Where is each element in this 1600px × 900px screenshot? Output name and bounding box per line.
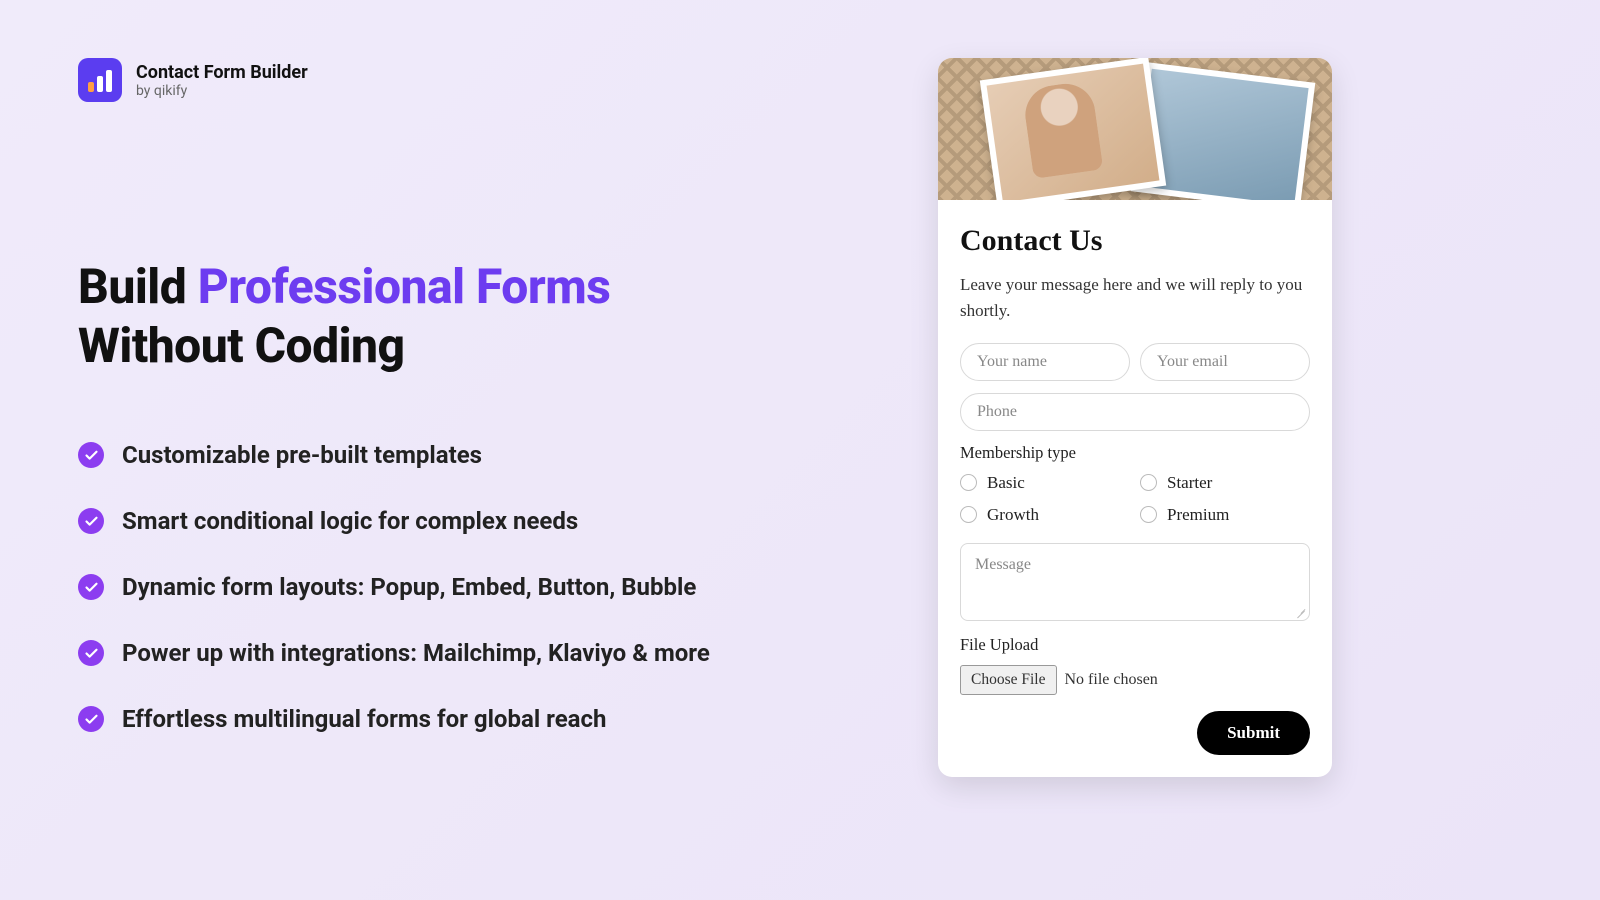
check-icon	[78, 508, 104, 534]
membership-options: Basic Starter Growth Premium	[960, 473, 1310, 525]
brand-title: Contact Form Builder	[136, 62, 308, 83]
check-icon	[78, 574, 104, 600]
resize-handle-icon[interactable]	[1296, 607, 1306, 617]
message-textarea[interactable]: Message	[960, 543, 1310, 621]
brand-header: Contact Form Builder by qikify	[78, 58, 308, 102]
radio-label: Growth	[987, 505, 1039, 525]
radio-label: Premium	[1167, 505, 1229, 525]
brand-byline: by qikify	[136, 83, 308, 99]
brand-logo-icon	[78, 58, 122, 102]
form-description: Leave your message here and we will repl…	[960, 272, 1310, 325]
feature-text: Power up with integrations: Mailchimp, K…	[122, 639, 710, 667]
check-icon	[78, 706, 104, 732]
form-hero-image	[938, 58, 1332, 200]
radio-option-basic[interactable]: Basic	[960, 473, 1130, 493]
hero-section: Build Professional Forms Without Coding …	[78, 258, 898, 733]
feature-item: Customizable pre-built templates	[78, 441, 898, 469]
radio-label: Starter	[1167, 473, 1212, 493]
radio-icon	[1140, 506, 1157, 523]
feature-text: Customizable pre-built templates	[122, 441, 482, 469]
radio-option-starter[interactable]: Starter	[1140, 473, 1310, 493]
feature-text: Smart conditional logic for complex need…	[122, 507, 578, 535]
headline-accent: Professional Forms	[198, 258, 611, 315]
email-input[interactable]: Your email	[1140, 343, 1310, 381]
headline-part2: Without Coding	[78, 317, 405, 374]
radio-icon	[960, 506, 977, 523]
file-upload-label: File Upload	[960, 635, 1310, 655]
radio-icon	[1140, 474, 1157, 491]
form-title: Contact Us	[960, 224, 1310, 258]
feature-item: Smart conditional logic for complex need…	[78, 507, 898, 535]
form-preview-card: Contact Us Leave your message here and w…	[938, 58, 1332, 777]
check-icon	[78, 640, 104, 666]
headline-part1: Build	[78, 258, 198, 315]
feature-text: Effortless multilingual forms for global…	[122, 705, 606, 733]
radio-option-premium[interactable]: Premium	[1140, 505, 1310, 525]
submit-button[interactable]: Submit	[1197, 711, 1310, 755]
check-icon	[78, 442, 104, 468]
headline: Build Professional Forms Without Coding	[78, 258, 898, 375]
radio-option-growth[interactable]: Growth	[960, 505, 1130, 525]
feature-text: Dynamic form layouts: Popup, Embed, Butt…	[122, 573, 696, 601]
feature-item: Effortless multilingual forms for global…	[78, 705, 898, 733]
choose-file-button[interactable]: Choose File	[960, 665, 1057, 695]
feature-item: Dynamic form layouts: Popup, Embed, Butt…	[78, 573, 898, 601]
phone-input[interactable]: Phone	[960, 393, 1310, 431]
name-input[interactable]: Your name	[960, 343, 1130, 381]
membership-label: Membership type	[960, 443, 1310, 463]
radio-label: Basic	[987, 473, 1025, 493]
message-placeholder: Message	[975, 556, 1031, 573]
feature-list: Customizable pre-built templates Smart c…	[78, 441, 898, 733]
radio-icon	[960, 474, 977, 491]
feature-item: Power up with integrations: Mailchimp, K…	[78, 639, 898, 667]
file-status-text: No file chosen	[1065, 671, 1158, 689]
